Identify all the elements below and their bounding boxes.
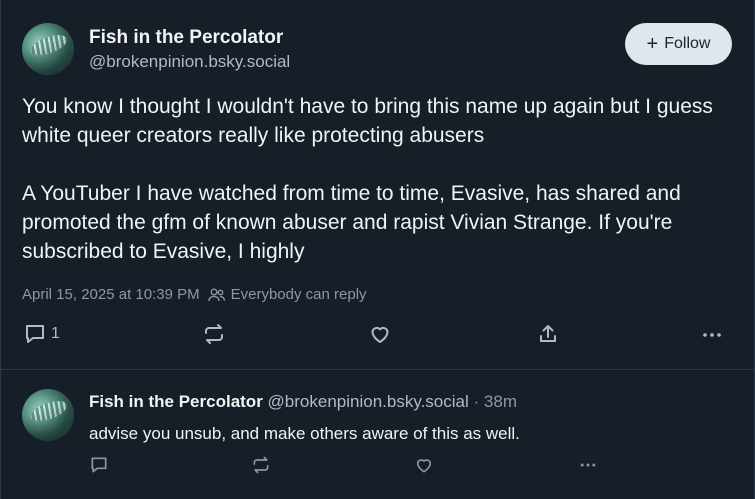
author-handle[interactable]: @brokenpinion.bsky.social: [89, 52, 290, 72]
reply-time[interactable]: 38m: [484, 392, 517, 411]
post-thread: Fish in the Percolator @brokenpinion.bsk…: [0, 0, 755, 499]
divider: [1, 369, 755, 370]
repost-icon: [253, 456, 269, 474]
reply-author-handle[interactable]: @brokenpinion.bsky.social: [268, 392, 469, 411]
like-icon: [416, 459, 432, 473]
reply-header: Fish in the Percolator @brokenpinion.bsk…: [89, 392, 517, 412]
reply-icon: [26, 325, 44, 343]
reply-setting: Everybody can reply: [207, 286, 367, 303]
reply-avatar[interactable]: [22, 389, 74, 441]
reply-like-button[interactable]: [414, 455, 434, 475]
like-button[interactable]: [368, 322, 392, 346]
reply-reply-button[interactable]: [89, 455, 109, 475]
avatar[interactable]: [22, 23, 74, 75]
share-icon: [540, 325, 556, 342]
separator: ·: [473, 392, 480, 411]
reply-author-name[interactable]: Fish in the Percolator: [89, 392, 263, 411]
repost-icon: [205, 324, 223, 344]
post-meta: April 15, 2025 at 10:39 PM Everybody can…: [22, 286, 367, 303]
repost-button[interactable]: [202, 322, 226, 346]
like-icon: [371, 326, 389, 343]
more-button[interactable]: [700, 322, 724, 346]
post-timestamp[interactable]: April 15, 2025 at 10:39 PM: [22, 286, 200, 303]
more-icon: [580, 463, 596, 467]
follow-label: Follow: [664, 35, 711, 52]
reply-repost-button[interactable]: [251, 455, 271, 475]
post-actions: 1: [1, 322, 755, 350]
reply-button[interactable]: 1: [23, 322, 60, 346]
reply-icon: [91, 457, 107, 473]
post-text: You know I thought I wouldn't have to br…: [22, 95, 713, 263]
reply-actions: [1, 455, 755, 483]
reply-setting-label: Everybody can reply: [230, 286, 367, 303]
reply-more-button[interactable]: [577, 455, 599, 475]
more-icon: [703, 333, 721, 337]
share-button[interactable]: [536, 322, 560, 346]
reply-text: advise you unsub, and make others aware …: [89, 424, 520, 443]
author-name[interactable]: Fish in the Percolator: [89, 27, 283, 49]
plus-icon: +: [646, 33, 659, 55]
reply-count: 1: [51, 325, 60, 342]
follow-button[interactable]: + Follow: [625, 23, 732, 65]
people-icon: [207, 288, 225, 301]
